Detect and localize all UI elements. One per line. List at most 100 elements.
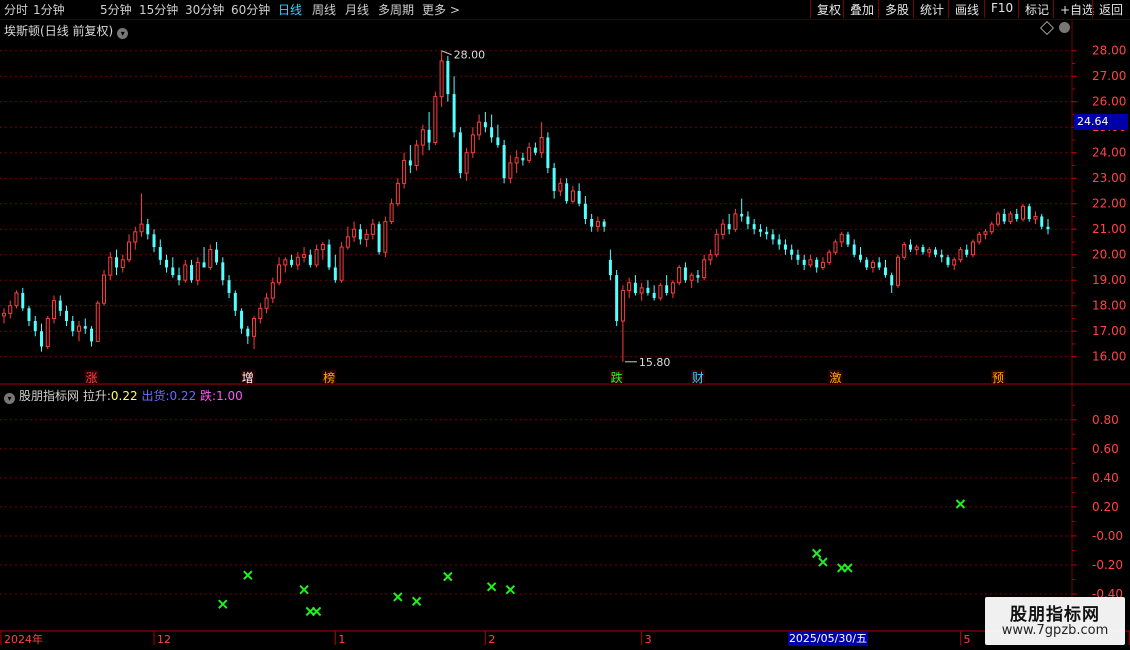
tf-15min[interactable]: 15分钟 (139, 1, 178, 18)
candle (658, 282, 663, 301)
candle-body (327, 244, 331, 268)
x-tick-label: 1 (338, 633, 345, 646)
indicator-menu-icon[interactable]: ▾ (4, 393, 15, 404)
candle (320, 241, 325, 260)
candle (108, 252, 113, 281)
x-tick-label: 2024年 (4, 632, 43, 646)
candle-body (1008, 213, 1013, 223)
candle-body (670, 282, 675, 294)
candle (995, 211, 1000, 227)
signal-marker (311, 606, 322, 617)
candle-body (733, 213, 738, 230)
candle (796, 249, 800, 265)
tf-1min[interactable]: 1分钟 (33, 1, 65, 18)
candle-body (383, 221, 388, 253)
watermark-url: www.7gpzb.com (1001, 623, 1109, 638)
candle-body (877, 262, 881, 268)
candle-body (870, 261, 875, 268)
mark-button[interactable]: 标记 (1018, 0, 1055, 18)
chevron-down-icon[interactable]: ▾ (117, 28, 129, 39)
tf-weekly[interactable]: 周线 (312, 1, 336, 18)
tf-30min[interactable]: 30分钟 (185, 1, 224, 18)
candle (333, 254, 337, 283)
candle (765, 226, 769, 240)
candle (389, 198, 394, 225)
price-tick-label: 27.00 (1092, 69, 1126, 83)
candle (277, 257, 282, 286)
candle (1046, 219, 1050, 235)
x-tick-label: 12 (157, 633, 171, 646)
tf-60min[interactable]: 60分钟 (231, 1, 270, 18)
candle (352, 221, 357, 242)
candle (808, 254, 813, 268)
candle-body (927, 249, 932, 253)
candle (608, 249, 612, 281)
candle (446, 55, 450, 102)
candle (627, 277, 632, 299)
candle (177, 267, 181, 286)
candle-body (914, 246, 919, 251)
back-button[interactable]: 返回 (1092, 0, 1129, 18)
indicator-tick-label: 0.80 (1092, 413, 1119, 427)
tf-fenshi[interactable]: 分时 (4, 1, 28, 18)
candle-body (215, 249, 219, 263)
candle-body (602, 221, 606, 227)
candle-body (508, 162, 513, 179)
candle-body (771, 234, 775, 240)
tf-5min[interactable]: 5分钟 (100, 1, 132, 18)
candle-body (965, 249, 969, 255)
candle-body (177, 275, 181, 281)
candle-body (277, 264, 282, 284)
candle-body (539, 136, 544, 154)
candle (827, 249, 832, 265)
fuquan-button[interactable]: 复权 (810, 0, 847, 18)
candle-body (345, 236, 350, 248)
signal-marker (299, 584, 309, 595)
indicator-title: ▾ 股朋指标网 拉升:0.22 出货:0.22 跌:1.00 (4, 387, 243, 404)
candle-body (796, 254, 800, 260)
candle (615, 270, 619, 327)
price-tick-label: 19.00 (1092, 273, 1126, 287)
candle (620, 285, 625, 362)
overlay-button[interactable]: 叠加 (843, 0, 880, 18)
indicator-value-chuhuo: 0.22 (169, 389, 197, 403)
signal-marker (818, 557, 828, 567)
candle-body (27, 308, 31, 322)
candle (839, 231, 844, 248)
candle (139, 193, 144, 237)
candle (433, 91, 438, 146)
candle-body (195, 261, 200, 281)
f10-button[interactable]: F10 (984, 0, 1019, 18)
candle (71, 315, 75, 337)
candle (665, 275, 669, 296)
candle-body (677, 266, 682, 284)
candle (927, 247, 932, 258)
candle (496, 124, 500, 148)
tf-monthly[interactable]: 月线 (345, 1, 369, 18)
candle-body (414, 144, 419, 166)
candle (258, 303, 263, 324)
candle (677, 264, 682, 286)
tf-more[interactable]: 更多 > (422, 1, 460, 18)
multi-stock-button[interactable]: 多股 (878, 0, 915, 18)
candle-body (752, 224, 756, 230)
candle (395, 178, 400, 207)
candle-body (521, 157, 525, 161)
tf-multi[interactable]: 多周期 (378, 1, 414, 18)
candle-body (1020, 205, 1025, 220)
candle (146, 219, 150, 240)
indicator-label-chuhuo: 出货: (141, 389, 170, 403)
candle-body (1046, 226, 1050, 230)
candle (490, 114, 494, 143)
indicator-value-die: 1.00 (216, 389, 243, 403)
draw-line-button[interactable]: 画线 (948, 0, 985, 18)
stats-button[interactable]: 统计 (913, 0, 950, 18)
tf-daily[interactable]: 日线 (278, 1, 302, 18)
options-icon[interactable] (1059, 22, 1070, 33)
candle-body (783, 244, 787, 250)
candle-body (895, 256, 900, 286)
candle (127, 234, 132, 263)
candle-body (470, 134, 475, 154)
candle (1040, 213, 1044, 230)
price-tick-label: 16.00 (1092, 350, 1126, 364)
